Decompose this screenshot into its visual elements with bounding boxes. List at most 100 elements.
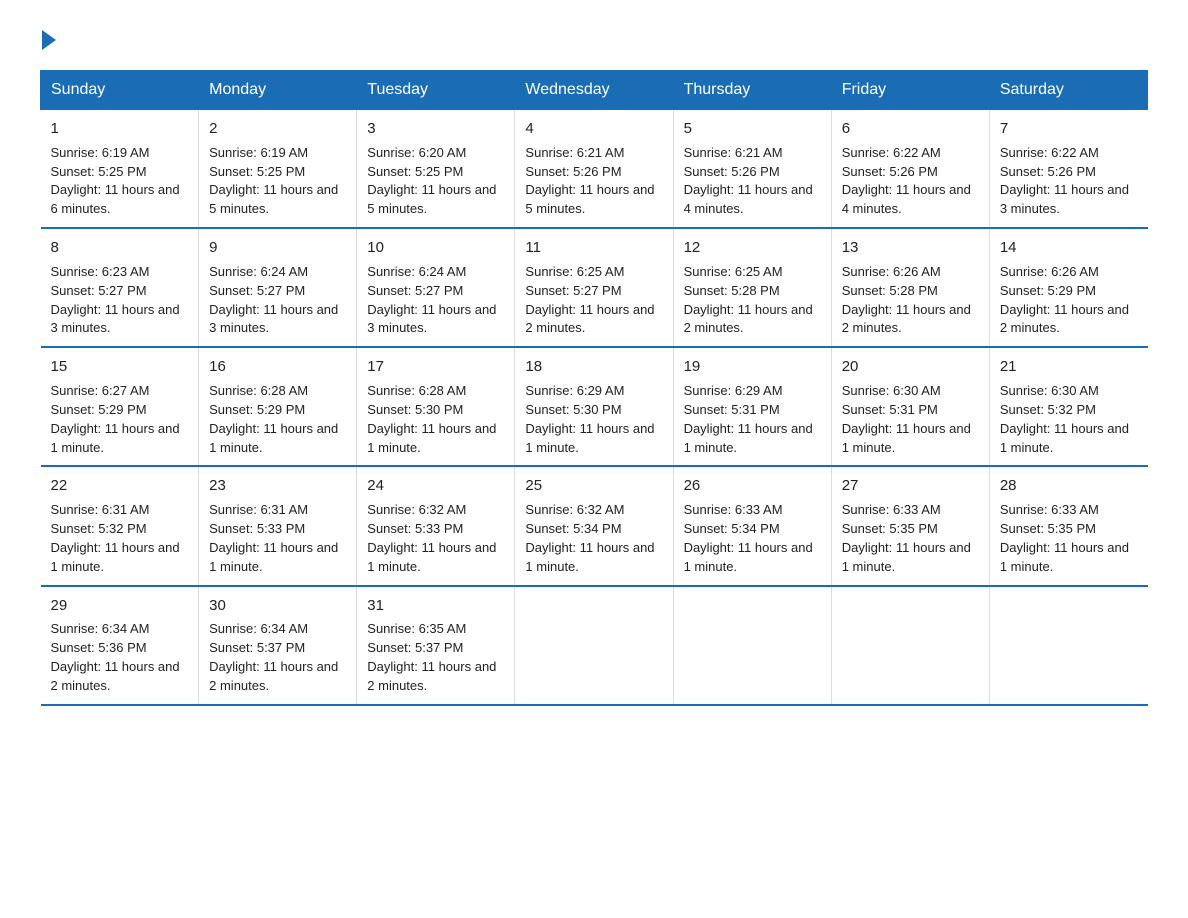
day-info: Sunrise: 6:30 AMSunset: 5:32 PMDaylight:…: [1000, 383, 1129, 455]
calendar-week-5: 29 Sunrise: 6:34 AMSunset: 5:36 PMDayligh…: [41, 586, 1148, 705]
calendar-cell: 6 Sunrise: 6:22 AMSunset: 5:26 PMDaylight…: [831, 110, 989, 229]
day-info: Sunrise: 6:32 AMSunset: 5:33 PMDaylight:…: [367, 502, 496, 574]
calendar-cell: 17Sunrise: 6:28 AMSunset: 5:30 PMDayligh…: [357, 347, 515, 466]
day-info: Sunrise: 6:33 AMSunset: 5:35 PMDaylight:…: [842, 502, 971, 574]
day-number: 24: [367, 475, 504, 497]
day-info: Sunrise: 6:19 AMSunset: 5:25 PMDaylight:…: [51, 145, 180, 217]
day-number: 7: [1000, 118, 1138, 140]
day-info: Sunrise: 6:25 AMSunset: 5:27 PMDaylight:…: [525, 264, 654, 336]
header-monday: Monday: [199, 71, 357, 110]
day-number: 19: [684, 356, 821, 378]
logo-arrow-icon: [42, 30, 56, 50]
day-info: Sunrise: 6:19 AMSunset: 5:25 PMDaylight:…: [209, 145, 338, 217]
day-info: Sunrise: 6:23 AMSunset: 5:27 PMDaylight:…: [51, 264, 180, 336]
calendar-cell: 28Sunrise: 6:33 AMSunset: 5:35 PMDayligh…: [989, 466, 1147, 585]
day-info: Sunrise: 6:27 AMSunset: 5:29 PMDaylight:…: [51, 383, 180, 455]
calendar-cell: 30 Sunrise: 6:34 AMSunset: 5:37 PMDayligh…: [199, 586, 357, 705]
day-info: Sunrise: 6:29 AMSunset: 5:31 PMDaylight:…: [684, 383, 813, 455]
day-number: 31: [367, 595, 504, 617]
logo: [40, 30, 58, 46]
day-number: 12: [684, 237, 821, 259]
day-info: Sunrise: 6:33 AMSunset: 5:35 PMDaylight:…: [1000, 502, 1129, 574]
header-sunday: Sunday: [41, 71, 199, 110]
day-number: 21: [1000, 356, 1138, 378]
calendar-table: SundayMondayTuesdayWednesdayThursdayFrid…: [40, 70, 1148, 706]
day-info: Sunrise: 6:24 AMSunset: 5:27 PMDaylight:…: [209, 264, 338, 336]
calendar-cell: 14Sunrise: 6:26 AMSunset: 5:29 PMDayligh…: [989, 228, 1147, 347]
day-number: 29: [51, 595, 189, 617]
day-number: 16: [209, 356, 346, 378]
day-number: 25: [525, 475, 662, 497]
calendar-cell: 25 Sunrise: 6:32 AMSunset: 5:34 PMDayligh…: [515, 466, 673, 585]
day-info: Sunrise: 6:32 AMSunset: 5:34 PMDaylight:…: [525, 502, 654, 574]
day-info: Sunrise: 6:26 AMSunset: 5:28 PMDaylight:…: [842, 264, 971, 336]
header-wednesday: Wednesday: [515, 71, 673, 110]
calendar-cell: 18Sunrise: 6:29 AMSunset: 5:30 PMDayligh…: [515, 347, 673, 466]
calendar-cell: 7 Sunrise: 6:22 AMSunset: 5:26 PMDaylight…: [989, 110, 1147, 229]
calendar-cell: 13Sunrise: 6:26 AMSunset: 5:28 PMDayligh…: [831, 228, 989, 347]
day-number: 5: [684, 118, 821, 140]
header-friday: Friday: [831, 71, 989, 110]
page-header: [40, 30, 1148, 46]
day-info: Sunrise: 6:28 AMSunset: 5:29 PMDaylight:…: [209, 383, 338, 455]
day-info: Sunrise: 6:20 AMSunset: 5:25 PMDaylight:…: [367, 145, 496, 217]
day-info: Sunrise: 6:22 AMSunset: 5:26 PMDaylight:…: [1000, 145, 1129, 217]
calendar-cell: 19 Sunrise: 6:29 AMSunset: 5:31 PMDayligh…: [673, 347, 831, 466]
day-info: Sunrise: 6:25 AMSunset: 5:28 PMDaylight:…: [684, 264, 813, 336]
day-number: 20: [842, 356, 979, 378]
calendar-week-3: 15 Sunrise: 6:27 AMSunset: 5:29 PMDayligh…: [41, 347, 1148, 466]
calendar-cell: 27 Sunrise: 6:33 AMSunset: 5:35 PMDayligh…: [831, 466, 989, 585]
calendar-cell: 31Sunrise: 6:35 AMSunset: 5:37 PMDayligh…: [357, 586, 515, 705]
calendar-cell: 2 Sunrise: 6:19 AMSunset: 5:25 PMDaylight…: [199, 110, 357, 229]
day-number: 22: [51, 475, 189, 497]
calendar-cell: 8 Sunrise: 6:23 AMSunset: 5:27 PMDaylight…: [41, 228, 199, 347]
calendar-header-row: SundayMondayTuesdayWednesdayThursdayFrid…: [41, 71, 1148, 110]
calendar-cell: 16 Sunrise: 6:28 AMSunset: 5:29 PMDayligh…: [199, 347, 357, 466]
day-info: Sunrise: 6:22 AMSunset: 5:26 PMDaylight:…: [842, 145, 971, 217]
calendar-cell: [673, 586, 831, 705]
day-number: 30: [209, 595, 346, 617]
day-number: 18: [525, 356, 662, 378]
header-tuesday: Tuesday: [357, 71, 515, 110]
calendar-cell: 5 Sunrise: 6:21 AMSunset: 5:26 PMDaylight…: [673, 110, 831, 229]
day-number: 8: [51, 237, 189, 259]
calendar-cell: 23Sunrise: 6:31 AMSunset: 5:33 PMDayligh…: [199, 466, 357, 585]
day-info: Sunrise: 6:26 AMSunset: 5:29 PMDaylight:…: [1000, 264, 1129, 336]
day-info: Sunrise: 6:34 AMSunset: 5:37 PMDaylight:…: [209, 621, 338, 693]
calendar-cell: 11Sunrise: 6:25 AMSunset: 5:27 PMDayligh…: [515, 228, 673, 347]
day-number: 6: [842, 118, 979, 140]
day-number: 26: [684, 475, 821, 497]
day-info: Sunrise: 6:21 AMSunset: 5:26 PMDaylight:…: [684, 145, 813, 217]
day-info: Sunrise: 6:28 AMSunset: 5:30 PMDaylight:…: [367, 383, 496, 455]
calendar-cell: 10 Sunrise: 6:24 AMSunset: 5:27 PMDayligh…: [357, 228, 515, 347]
calendar-cell: [515, 586, 673, 705]
calendar-week-2: 8 Sunrise: 6:23 AMSunset: 5:27 PMDaylight…: [41, 228, 1148, 347]
day-number: 2: [209, 118, 346, 140]
calendar-cell: [989, 586, 1147, 705]
calendar-cell: 21 Sunrise: 6:30 AMSunset: 5:32 PMDayligh…: [989, 347, 1147, 466]
day-info: Sunrise: 6:24 AMSunset: 5:27 PMDaylight:…: [367, 264, 496, 336]
calendar-cell: [831, 586, 989, 705]
header-thursday: Thursday: [673, 71, 831, 110]
calendar-week-4: 22 Sunrise: 6:31 AMSunset: 5:32 PMDayligh…: [41, 466, 1148, 585]
day-info: Sunrise: 6:34 AMSunset: 5:36 PMDaylight:…: [51, 621, 180, 693]
day-number: 10: [367, 237, 504, 259]
day-info: Sunrise: 6:33 AMSunset: 5:34 PMDaylight:…: [684, 502, 813, 574]
calendar-cell: 4 Sunrise: 6:21 AMSunset: 5:26 PMDaylight…: [515, 110, 673, 229]
day-number: 27: [842, 475, 979, 497]
calendar-cell: 26 Sunrise: 6:33 AMSunset: 5:34 PMDayligh…: [673, 466, 831, 585]
header-saturday: Saturday: [989, 71, 1147, 110]
calendar-cell: 20Sunrise: 6:30 AMSunset: 5:31 PMDayligh…: [831, 347, 989, 466]
day-info: Sunrise: 6:31 AMSunset: 5:32 PMDaylight:…: [51, 502, 180, 574]
day-info: Sunrise: 6:21 AMSunset: 5:26 PMDaylight:…: [525, 145, 654, 217]
day-number: 15: [51, 356, 189, 378]
calendar-cell: 9Sunrise: 6:24 AMSunset: 5:27 PMDaylight…: [199, 228, 357, 347]
day-number: 4: [525, 118, 662, 140]
calendar-cell: 29 Sunrise: 6:34 AMSunset: 5:36 PMDayligh…: [41, 586, 199, 705]
calendar-cell: 3 Sunrise: 6:20 AMSunset: 5:25 PMDaylight…: [357, 110, 515, 229]
calendar-cell: 12 Sunrise: 6:25 AMSunset: 5:28 PMDayligh…: [673, 228, 831, 347]
calendar-cell: 15 Sunrise: 6:27 AMSunset: 5:29 PMDayligh…: [41, 347, 199, 466]
calendar-cell: 24 Sunrise: 6:32 AMSunset: 5:33 PMDayligh…: [357, 466, 515, 585]
day-number: 3: [367, 118, 504, 140]
day-info: Sunrise: 6:31 AMSunset: 5:33 PMDaylight:…: [209, 502, 338, 574]
